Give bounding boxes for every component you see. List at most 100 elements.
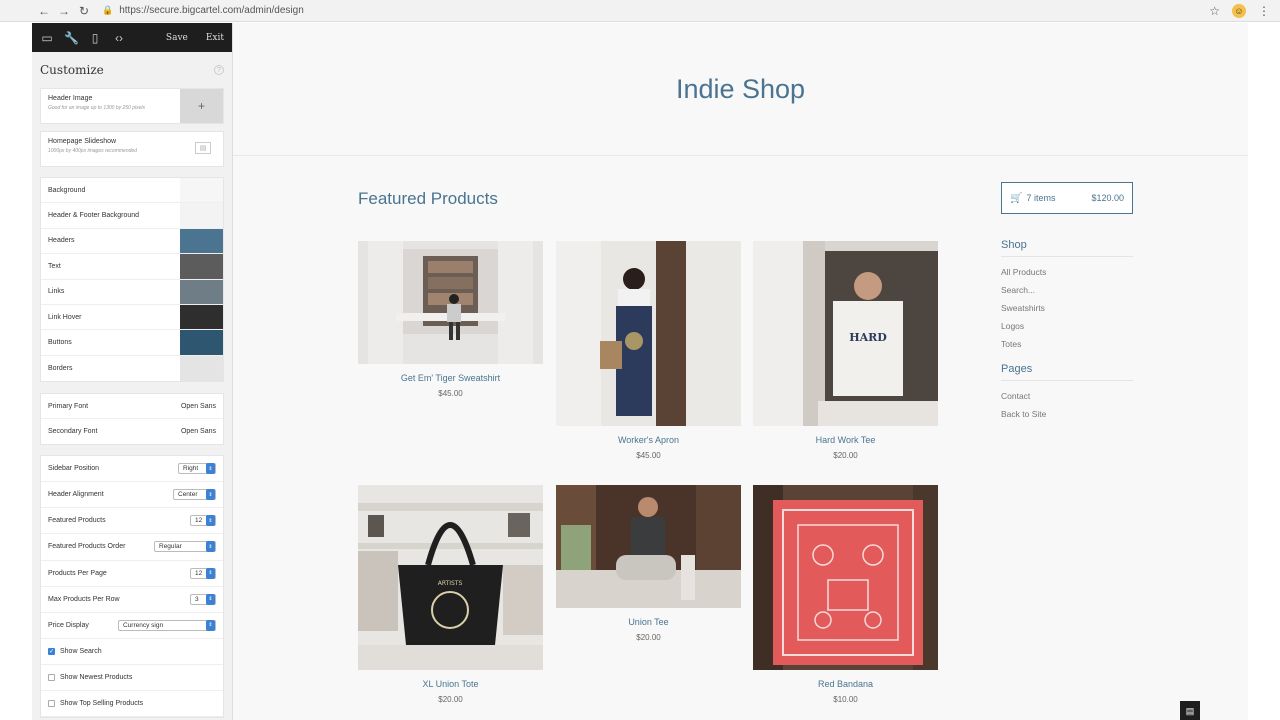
wrench-icon[interactable]: 🔧 (64, 31, 79, 45)
save-button[interactable]: Save (166, 33, 188, 43)
font-setting-row[interactable]: Secondary Font Open Sans (41, 419, 223, 444)
header-image-setting[interactable]: Header Image Good for an image up to 130… (40, 88, 224, 124)
color-setting-row[interactable]: Header & Footer Background (41, 203, 223, 229)
color-setting-row[interactable]: Link Hover (41, 304, 223, 331)
color-setting-label: Link Hover (48, 313, 82, 321)
product-card[interactable]: HARD Hard Work Tee $20.00 (753, 241, 938, 460)
customize-title: Customize (40, 63, 104, 77)
select-arrows-icon: ⇕ (206, 489, 215, 501)
color-setting-row[interactable]: Links (41, 279, 223, 305)
checkbox-label[interactable]: Show Search (60, 648, 102, 655)
shop-title[interactable]: Indie Shop (676, 74, 805, 105)
color-setting-row[interactable]: Text (41, 254, 223, 280)
product-name[interactable]: Hard Work Tee (753, 435, 938, 445)
svg-text:ARTISTS: ARTISTS (438, 580, 463, 587)
option-setting-label: Featured Products (48, 517, 106, 525)
font-setting-value[interactable]: Open Sans (181, 428, 216, 435)
option-select[interactable]: 12 ⇕ (190, 567, 216, 579)
back-icon[interactable]: ← (34, 4, 54, 18)
sidebar-nav-link[interactable]: Contact (1001, 387, 1133, 405)
product-card[interactable]: ARTISTS XL Union Tote $20.00 (358, 485, 543, 704)
window-icon[interactable]: ▭ (40, 31, 54, 45)
checkbox-setting-row: Show Newest Products (41, 665, 223, 691)
product-price: $20.00 (438, 695, 463, 704)
checkbox[interactable] (48, 700, 55, 708)
product-image[interactable] (556, 485, 741, 608)
sidebar-nav-link[interactable]: All Products (1001, 263, 1133, 281)
option-select[interactable]: 3 ⇕ (190, 593, 216, 605)
reload-icon[interactable]: ↻ (74, 4, 94, 18)
page-icon[interactable]: ▯ (88, 31, 102, 45)
option-select[interactable]: Right ⇕ (178, 463, 216, 475)
color-swatch[interactable] (180, 254, 223, 279)
product-card[interactable]: Red Bandana $10.00 (753, 485, 938, 704)
color-setting-row[interactable]: Buttons (41, 330, 223, 356)
checkbox-label[interactable]: Show Newest Products (60, 674, 132, 681)
color-swatch[interactable] (180, 178, 223, 203)
product-card[interactable]: Worker's Apron $45.00 (556, 241, 741, 460)
product-name[interactable]: Get Em' Tiger Sweatshirt (358, 373, 543, 383)
color-swatch[interactable] (180, 330, 223, 355)
option-select[interactable]: Regular ⇕ (154, 541, 216, 553)
document-icon[interactable]: ▤ (1180, 701, 1200, 720)
product-price: $20.00 (833, 451, 858, 460)
left-margin (0, 23, 32, 720)
product-card[interactable]: Get Em' Tiger Sweatshirt $45.00 (358, 241, 543, 398)
sidebar-nav-link[interactable]: Sweatshirts (1001, 299, 1133, 317)
help-icon[interactable]: ? (214, 65, 224, 75)
option-select[interactable]: Currency sign ⇕ (118, 619, 216, 631)
profile-avatar[interactable]: ☺ (1232, 4, 1246, 18)
code-icon[interactable]: ‹› (112, 31, 126, 45)
address-bar[interactable]: 🔒 https://secure.bigcartel.com/admin/des… (102, 5, 304, 16)
header-image-hint: Good for an image up to 1300 by 250 pixe… (48, 105, 146, 111)
option-setting-label: Sidebar Position (48, 465, 99, 473)
add-header-image-button[interactable]: + (180, 89, 223, 123)
product-image[interactable] (358, 241, 543, 364)
color-swatch[interactable] (180, 228, 223, 254)
slideshow-icon[interactable]: ▤ (195, 142, 211, 154)
homepage-slideshow-setting[interactable]: Homepage Slideshow 1000px by 400px image… (40, 131, 224, 167)
product-card[interactable]: Union Tee $20.00 (556, 485, 741, 642)
sidebar-toolbar: ▭ 🔧 ▯ ‹› Save Exit (32, 23, 232, 52)
bookmark-star-icon[interactable]: ☆ (1209, 4, 1220, 18)
forward-icon[interactable]: → (54, 4, 74, 18)
product-name[interactable]: Union Tee (556, 617, 741, 627)
checkbox[interactable] (48, 673, 55, 681)
color-swatch[interactable] (180, 355, 223, 382)
checkbox-label[interactable]: Show Top Selling Products (60, 700, 143, 707)
font-setting-value[interactable]: Open Sans (181, 403, 216, 410)
option-select[interactable]: Center ⇕ (173, 489, 216, 501)
font-setting-row[interactable]: Primary Font Open Sans (41, 394, 223, 420)
option-select-value: 12 (195, 517, 203, 525)
product-image[interactable] (753, 485, 938, 670)
color-swatch[interactable] (180, 203, 223, 228)
product-image[interactable] (556, 241, 741, 426)
color-swatch[interactable] (180, 279, 223, 304)
exit-button[interactable]: Exit (206, 33, 224, 43)
product-name[interactable]: Worker's Apron (556, 435, 741, 445)
font-settings: Primary Font Open Sans Secondary Font Open … (40, 393, 224, 446)
sidebar-nav-link[interactable]: Back to Site (1001, 405, 1133, 423)
option-setting-row: Featured Products 12 ⇕ (41, 508, 223, 535)
cart-total: $120.00 (1091, 193, 1124, 203)
option-select[interactable]: 12 ⇕ (190, 515, 216, 527)
option-setting-row: Products Per Page 12 ⇕ (41, 561, 223, 587)
option-setting-row: Max Products Per Row 3 ⇕ (41, 587, 223, 613)
color-setting-row[interactable]: Headers (41, 228, 223, 255)
product-image[interactable]: HARD (753, 241, 938, 426)
color-swatch[interactable] (180, 304, 223, 330)
browser-menu-icon[interactable]: ⋮ (1258, 4, 1270, 18)
option-select-value: 3 (195, 595, 199, 603)
sidebar-nav-link[interactable]: Totes (1001, 335, 1133, 353)
sidebar-nav-link[interactable]: Search... (1001, 281, 1133, 299)
product-price: $45.00 (636, 451, 661, 460)
lock-icon: 🔒 (102, 5, 114, 15)
color-setting-row[interactable]: Borders (41, 355, 223, 382)
product-name[interactable]: XL Union Tote (358, 679, 543, 689)
cart-button[interactable]: 🛒 7 items $120.00 (1001, 182, 1133, 214)
product-name[interactable]: Red Bandana (753, 679, 938, 689)
color-setting-row[interactable]: Background (41, 178, 223, 204)
checkbox[interactable]: ✓ (48, 647, 55, 655)
product-image[interactable]: ARTISTS (358, 485, 543, 670)
sidebar-nav-link[interactable]: Logos (1001, 317, 1133, 335)
